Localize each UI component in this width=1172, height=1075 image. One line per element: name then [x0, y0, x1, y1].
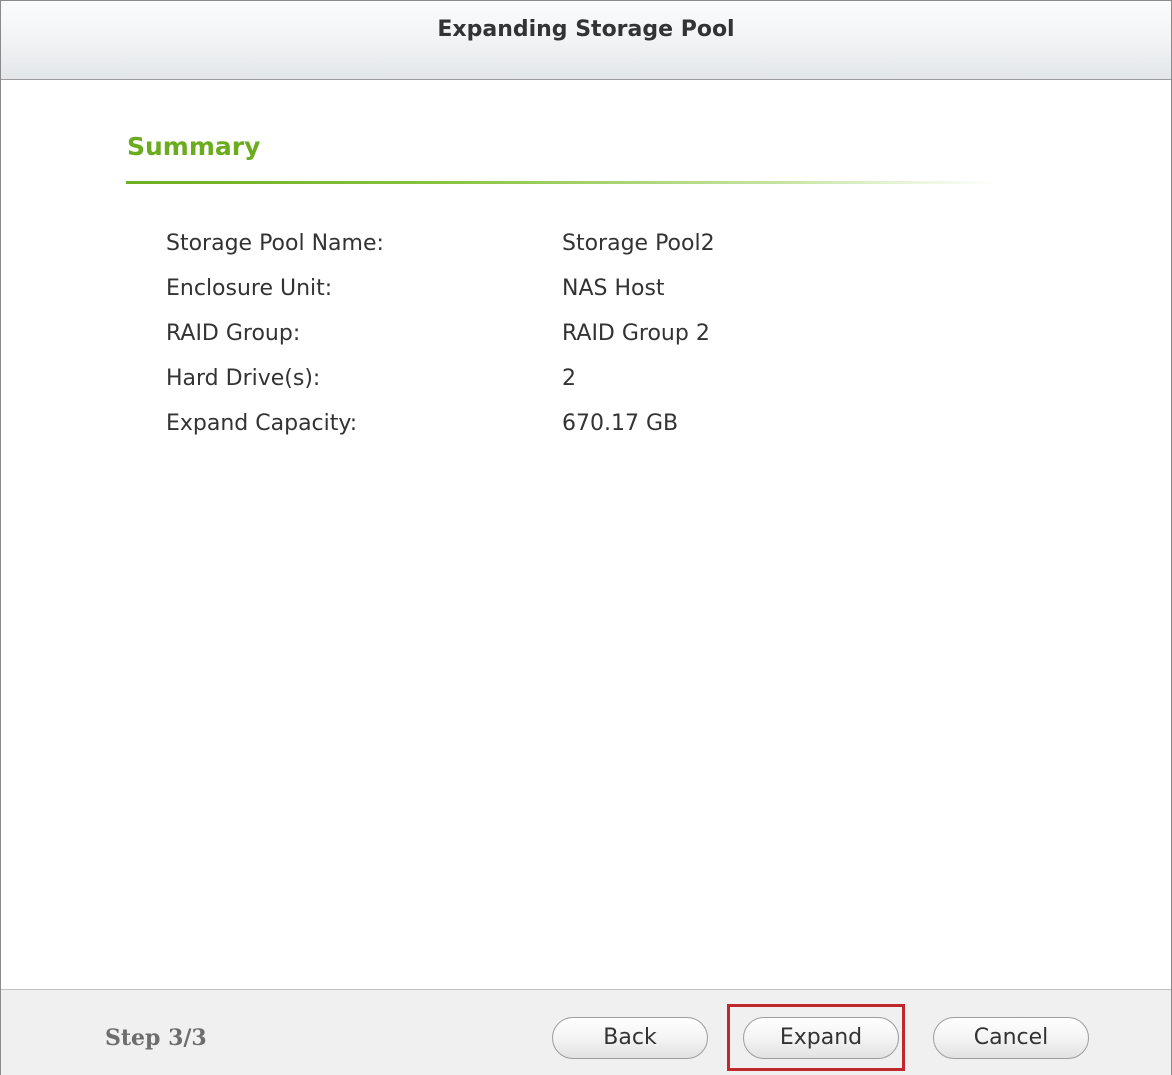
summary-value: 2 [562, 366, 576, 391]
summary-value: RAID Group 2 [562, 321, 710, 346]
cancel-button[interactable]: Cancel [933, 1017, 1089, 1059]
summary-row-enclosure-unit: Enclosure Unit: NAS Host [166, 276, 866, 321]
summary-value: Storage Pool2 [562, 231, 715, 256]
dialog-title: Expanding Storage Pool [437, 17, 735, 42]
summary-label: Enclosure Unit: [166, 276, 333, 301]
expand-button[interactable]: Expand [743, 1017, 899, 1059]
summary-row-expand-capacity: Expand Capacity: 670.17 GB [166, 411, 866, 456]
summary-value: 670.17 GB [562, 411, 679, 436]
dialog-title-bar[interactable]: Expanding Storage Pool [1, 1, 1171, 80]
summary-value: NAS Host [562, 276, 665, 301]
summary-label: Expand Capacity: [166, 411, 358, 436]
section-heading: Summary [127, 132, 261, 161]
summary-label: Hard Drive(s): [166, 366, 321, 391]
expanding-storage-pool-dialog: Expanding Storage Pool Summary Storage P… [0, 0, 1172, 1075]
summary-label: Storage Pool Name: [166, 231, 384, 256]
summary-row-raid-group: RAID Group: RAID Group 2 [166, 321, 866, 366]
step-indicator: Step 3/3 [105, 1025, 207, 1051]
summary-row-storage-pool-name: Storage Pool Name: Storage Pool2 [166, 231, 866, 276]
summary-list: Storage Pool Name: Storage Pool2 Enclosu… [166, 231, 866, 456]
summary-row-hard-drives: Hard Drive(s): 2 [166, 366, 866, 411]
dialog-footer: Step 3/3 Back Expand Cancel [1, 989, 1171, 1075]
back-button[interactable]: Back [552, 1017, 708, 1059]
section-divider [126, 181, 996, 184]
summary-label: RAID Group: [166, 321, 301, 346]
